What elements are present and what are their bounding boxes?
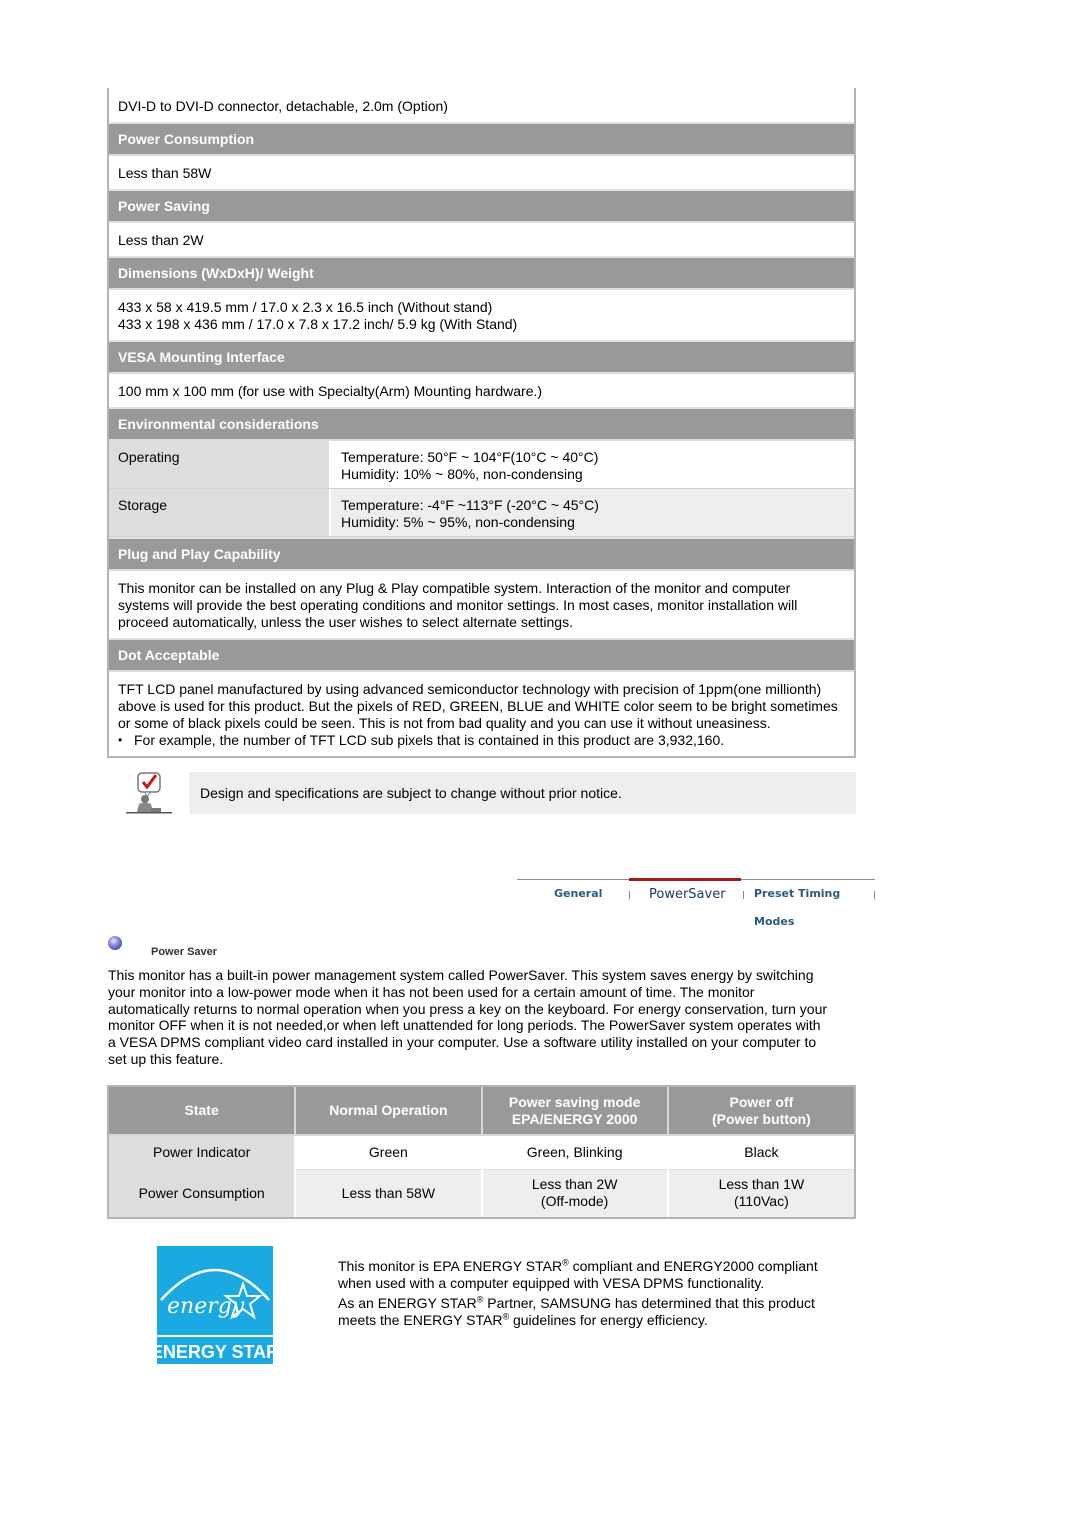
- section-header-power-consumption: Power Consumption: [109, 122, 854, 156]
- section-header-power-saving: Power Saving: [109, 189, 854, 223]
- dot-acceptable-value: TFT LCD panel manufactured by using adva…: [118, 681, 838, 731]
- environment-value: Temperature: 50°F ~ 104°F(10°C ~ 40°C) H…: [331, 441, 854, 488]
- environment-temperature: Temperature: -4°F ~113°F (-20°C ~ 45°C): [341, 497, 599, 513]
- column-header-power-off: Power off (Power button): [667, 1087, 854, 1137]
- energy-star-label: ENERGY STAR: [157, 1342, 273, 1362]
- power-consumption-value: Less than 58W: [118, 165, 212, 181]
- table-cell: Less than 58W: [295, 1169, 483, 1217]
- tab-separator: [874, 891, 875, 899]
- environment-row-operating: Operating Temperature: 50°F ~ 104°F(10°C…: [109, 441, 854, 489]
- energy-star-logo: energy ENERGY STAR: [157, 1246, 273, 1364]
- energy-star-text: This monitor is EPA ENERGY STAR® complia…: [338, 1258, 818, 1329]
- column-header-state: State: [109, 1087, 297, 1137]
- energy-star-para-2: As an ENERGY STAR® Partner, SAMSUNG has …: [338, 1294, 815, 1328]
- tab-powersaver[interactable]: PowerSaver: [629, 878, 741, 906]
- tab-preset-timing-modes[interactable]: Preset Timing Modes: [754, 880, 875, 928]
- dot-acceptable-body: TFT LCD panel manufactured by using adva…: [109, 672, 854, 756]
- environment-value: Temperature: -4°F ~113°F (-20°C ~ 45°C) …: [331, 489, 854, 536]
- environment-label: Storage: [109, 489, 331, 536]
- table-header-row: State Normal Operation Power saving mode…: [109, 1087, 854, 1137]
- dimensions-line: 433 x 58 x 419.5 mm / 17.0 x 2.3 x 16.5 …: [118, 299, 493, 315]
- environment-humidity: Humidity: 5% ~ 95%, non-condensing: [341, 514, 575, 530]
- environment-humidity: Humidity: 10% ~ 80%, non-condensing: [341, 466, 583, 482]
- column-header-normal-operation: Normal Operation: [295, 1087, 483, 1137]
- table-cell: Green: [295, 1135, 483, 1170]
- power-saver-title: Power Saver: [151, 946, 218, 958]
- environment-row-storage: Storage Temperature: -4°F ~113°F (-20°C …: [109, 489, 854, 537]
- note-text: Design and specifications are subject to…: [189, 772, 856, 814]
- table-cell: Less than 1W (110Vac): [667, 1169, 854, 1217]
- tab-general[interactable]: General: [554, 880, 602, 908]
- orb-bullet-icon: [108, 936, 122, 950]
- table-cell: Green, Blinking: [481, 1135, 669, 1170]
- section-header-plug-and-play: Plug and Play Capability: [109, 537, 854, 571]
- table-row: Power Consumption Less than 58W Less tha…: [109, 1169, 854, 1217]
- table-cell: Black: [667, 1135, 854, 1170]
- row-label: Power Consumption: [109, 1169, 297, 1217]
- column-header-power-saving-mode: Power saving mode EPA/ENERGY 2000: [481, 1087, 669, 1137]
- table-cell: Less than 2W (Off-mode): [481, 1169, 669, 1217]
- checklist-person-icon: [126, 772, 172, 814]
- dot-acceptable-bullet: • For example, the number of TFT LCD sub…: [118, 732, 845, 749]
- table-row: Power Indicator Green Green, Blinking Bl…: [109, 1135, 854, 1170]
- environment-temperature: Temperature: 50°F ~ 104°F(10°C ~ 40°C): [341, 449, 599, 465]
- tab-bar: General PowerSaver Preset Timing Modes: [517, 878, 875, 928]
- vesa-value: 100 mm x 100 mm (for use with Specialty(…: [118, 383, 543, 399]
- section-header-dot-acceptable: Dot Acceptable: [109, 638, 854, 672]
- spec-table: DVI-D to DVI-D connector, detachable, 2.…: [107, 88, 856, 758]
- bullet-text: For example, the number of TFT LCD sub p…: [134, 732, 725, 748]
- row-label: Power Indicator: [109, 1135, 297, 1170]
- section-header-environment: Environmental considerations: [109, 407, 854, 441]
- power-saver-paragraph: This monitor has a built-in power manage…: [108, 967, 828, 1067]
- dimensions-line: 433 x 198 x 436 mm / 17.0 x 7.8 x 17.2 i…: [118, 316, 518, 332]
- power-saving-value: Less than 2W: [118, 232, 204, 248]
- environment-label: Operating: [109, 441, 331, 488]
- note: Design and specifications are subject to…: [125, 772, 856, 814]
- plug-and-play-value: This monitor can be installed on any Plu…: [118, 580, 798, 630]
- power-state-table: State Normal Operation Power saving mode…: [107, 1085, 856, 1219]
- section-header-dimensions: Dimensions (WxDxH)/ Weight: [109, 256, 854, 290]
- energy-star-para-1: This monitor is EPA ENERGY STAR® complia…: [338, 1257, 818, 1291]
- dimensions-value: 433 x 58 x 419.5 mm / 17.0 x 2.3 x 16.5 …: [109, 290, 854, 340]
- section-header-vesa: VESA Mounting Interface: [109, 340, 854, 374]
- tab-separator: [743, 891, 744, 899]
- connector-text: DVI-D to DVI-D connector, detachable, 2.…: [118, 98, 448, 114]
- bullet-icon: •: [118, 733, 123, 747]
